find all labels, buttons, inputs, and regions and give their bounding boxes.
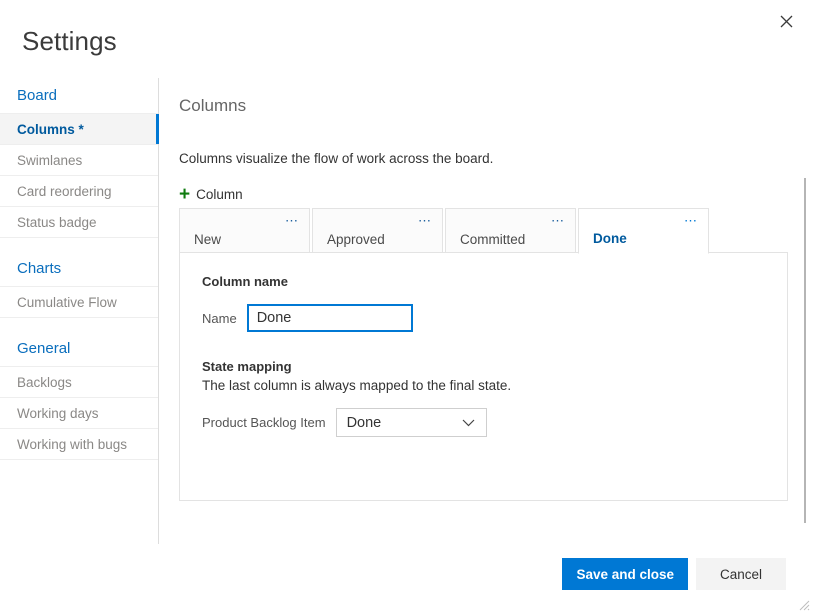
sidebar-item-cumulative-flow[interactable]: Cumulative Flow [0, 286, 158, 317]
sidebar-item-working-days[interactable]: Working days [0, 397, 158, 428]
sidebar-item-label: Card reordering [17, 184, 112, 199]
resize-grip[interactable] [796, 597, 810, 611]
save-and-close-button[interactable]: Save and close [562, 558, 688, 590]
column-tabs: ⋯ New ⋯ Approved ⋯ Committed ⋯ Done [179, 208, 788, 253]
tab-label: New [194, 232, 221, 247]
sidebar-group-title-charts: Charts [0, 251, 158, 286]
page-title: Settings [22, 24, 117, 58]
sidebar-item-backlogs[interactable]: Backlogs [0, 366, 158, 397]
dialog-footer: Save and close Cancel [0, 544, 813, 614]
column-name-heading: Column name [202, 273, 765, 291]
column-name-input[interactable] [247, 304, 413, 332]
content-heading: Columns [179, 95, 793, 117]
tab-done[interactable]: ⋯ Done [578, 208, 709, 254]
sidebar-item-label: Working with bugs [17, 437, 127, 452]
column-settings-panel: Column name Name State mapping The last … [179, 252, 788, 501]
main-content: Columns Columns visualize the flow of wo… [179, 95, 793, 205]
state-mapping-section: State mapping The last column is always … [202, 358, 765, 437]
state-mapping-row: Product Backlog Item Done [202, 408, 765, 437]
tab-new[interactable]: ⋯ New [179, 208, 310, 253]
state-select[interactable]: Done [336, 408, 487, 437]
sidebar-spacer [0, 318, 158, 331]
ellipsis-icon[interactable]: ⋯ [418, 214, 432, 227]
ellipsis-icon[interactable]: ⋯ [684, 214, 698, 227]
vertical-scrollbar[interactable] [801, 178, 808, 523]
ellipsis-icon[interactable]: ⋯ [551, 214, 565, 227]
tab-label: Committed [460, 232, 525, 247]
close-icon[interactable] [771, 6, 801, 36]
sidebar-item-label: Backlogs [17, 375, 72, 390]
settings-sidebar: Board Columns * Swimlanes Card reorderin… [0, 78, 159, 544]
tab-approved[interactable]: ⋯ Approved [312, 208, 443, 253]
tab-committed[interactable]: ⋯ Committed [445, 208, 576, 253]
state-row-label: Product Backlog Item [202, 415, 326, 430]
add-column-label: Column [196, 187, 243, 202]
sidebar-group-general: General Backlogs Working days Working wi… [0, 331, 158, 460]
sidebar-item-working-with-bugs[interactable]: Working with bugs [0, 428, 158, 459]
name-field-row: Name [202, 304, 765, 332]
state-mapping-heading: State mapping [202, 358, 765, 376]
sidebar-item-label: Columns * [17, 122, 84, 137]
chevron-down-icon [462, 419, 475, 427]
sidebar-group-title-general: General [0, 331, 158, 366]
state-select-value: Done [337, 415, 382, 431]
add-column-button[interactable]: + Column [179, 187, 243, 202]
sidebar-group-charts: Charts Cumulative Flow [0, 251, 158, 318]
sidebar-item-swimlanes[interactable]: Swimlanes [0, 144, 158, 175]
sidebar-group-title-board: Board [0, 78, 158, 113]
scrollbar-thumb[interactable] [804, 178, 806, 523]
plus-icon: + [179, 187, 190, 202]
tab-label: Approved [327, 232, 385, 247]
sidebar-item-label: Cumulative Flow [17, 295, 117, 310]
ellipsis-icon[interactable]: ⋯ [285, 214, 299, 227]
sidebar-item-columns[interactable]: Columns * [0, 113, 158, 144]
name-label: Name [202, 311, 237, 326]
sidebar-spacer [0, 238, 158, 251]
sidebar-item-label: Swimlanes [17, 153, 82, 168]
sidebar-item-card-reordering[interactable]: Card reordering [0, 175, 158, 206]
state-mapping-note: The last column is always mapped to the … [202, 376, 765, 395]
sidebar-item-label: Working days [17, 406, 99, 421]
sidebar-group-board: Board Columns * Swimlanes Card reorderin… [0, 78, 158, 238]
sidebar-item-label: Status badge [17, 215, 97, 230]
content-description: Columns visualize the flow of work acros… [179, 150, 793, 168]
sidebar-item-status-badge[interactable]: Status badge [0, 206, 158, 237]
tab-label: Done [593, 231, 627, 246]
cancel-button[interactable]: Cancel [696, 558, 786, 590]
